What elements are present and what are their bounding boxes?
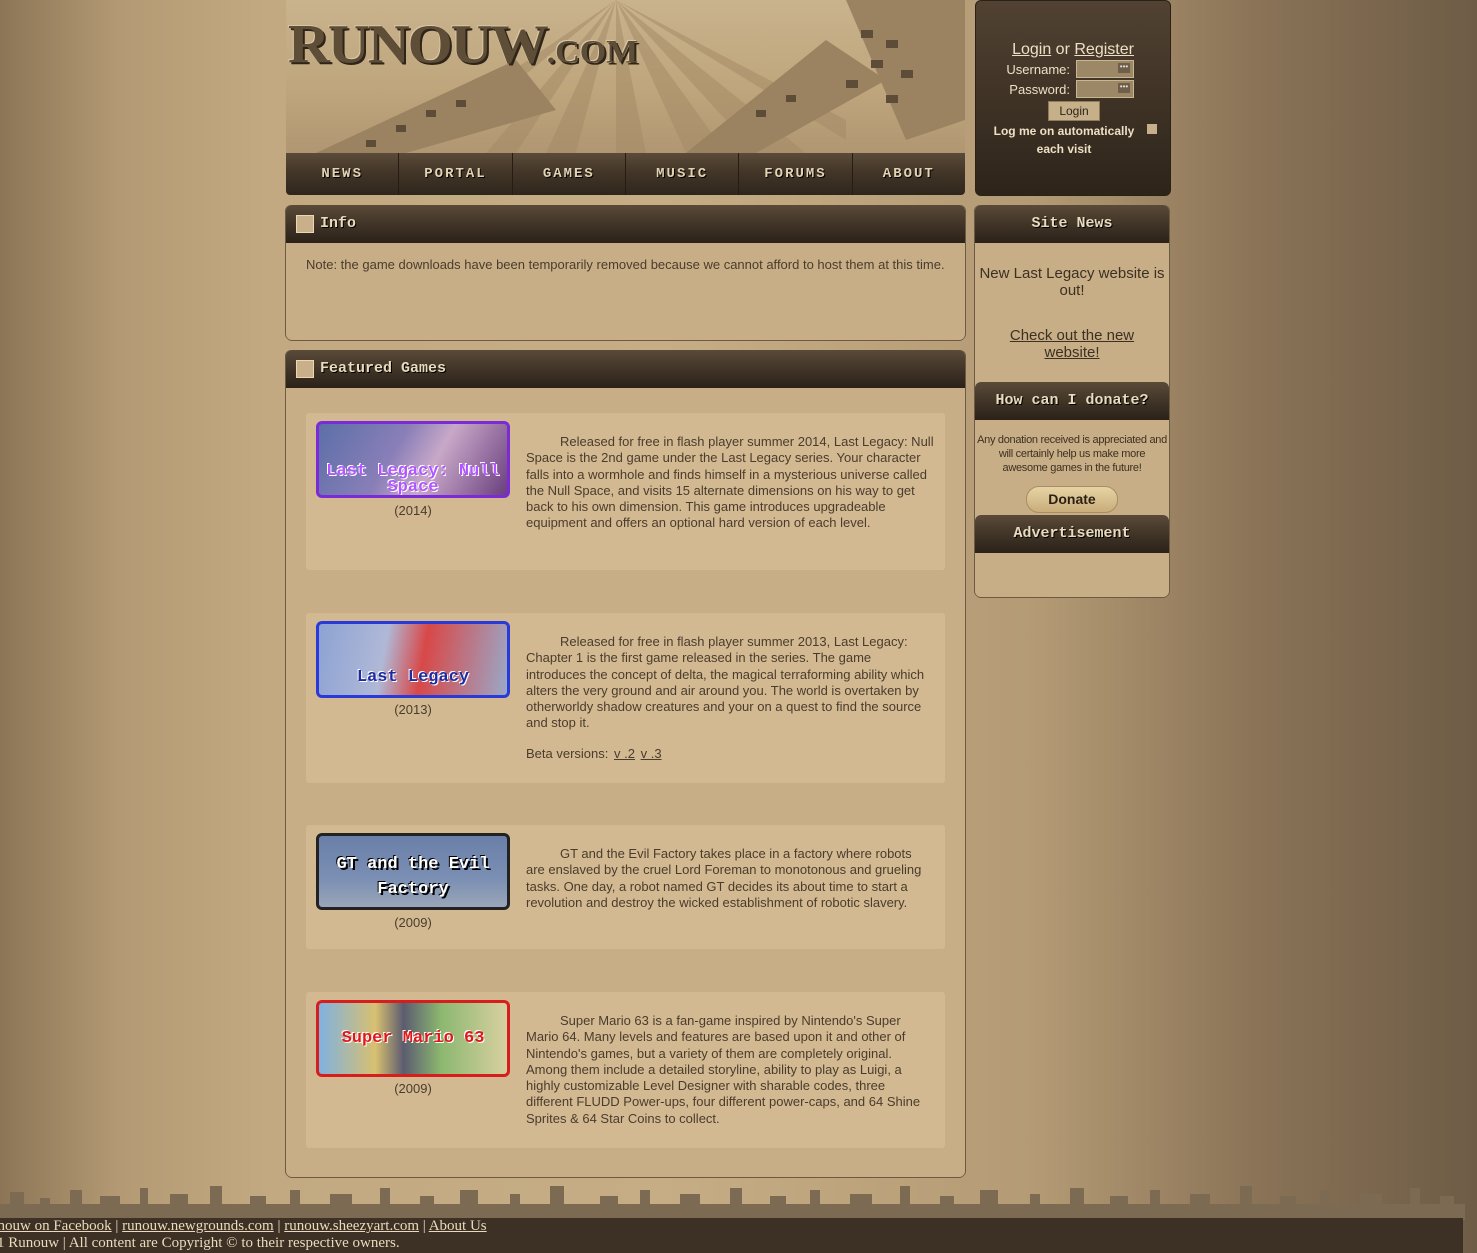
nav-portal[interactable]: PORTAL: [399, 153, 513, 195]
password-field[interactable]: •••: [1076, 80, 1134, 98]
game-card-last-legacy: Last Legacy (2013) Released for free in …: [306, 613, 945, 783]
game-thumb-title: Super Mario 63: [341, 1029, 485, 1048]
game-description: Super Mario 63 is a fan-game inspired by…: [526, 1013, 921, 1126]
password-row: Password: •••: [976, 80, 1170, 98]
username-field[interactable]: •••: [1076, 60, 1134, 78]
game-description: GT and the Evil Factory takes place in a…: [526, 846, 922, 910]
login-title: Login or Register: [976, 41, 1170, 59]
footer-copyright: 11 Runouw | All content are Copyright © …: [0, 1235, 400, 1251]
game-thumb-gt[interactable]: GT and the Evil Factory: [316, 833, 510, 910]
donate-button[interactable]: Donate: [1026, 486, 1118, 513]
game-year: (2013): [394, 702, 432, 717]
game-year: (2009): [394, 1081, 432, 1096]
footer: unouw on Facebook | runouw.newgrounds.co…: [0, 1218, 1463, 1253]
beta-versions: Beta versions: v .2 v .3: [526, 746, 662, 761]
featured-games-panel: Featured Games Last Legacy: Null Space (…: [286, 350, 965, 1177]
site-news-text: New Last Legacy website is out!: [979, 265, 1165, 299]
nav-games[interactable]: GAMES: [513, 153, 626, 195]
logo-suffix: .COM: [546, 34, 639, 70]
square-icon: [296, 360, 314, 378]
login-box: Login or Register Username: ••• Password…: [975, 0, 1171, 196]
sidebar: Site News New Last Legacy website is out…: [975, 205, 1169, 597]
info-text: Note: the game downloads have been tempo…: [306, 257, 945, 272]
footer-link-newgrounds[interactable]: runouw.newgrounds.com: [122, 1218, 274, 1234]
nav-about[interactable]: ABOUT: [853, 153, 965, 195]
game-year: (2014): [394, 503, 432, 518]
auto-login-checkbox[interactable]: [1147, 124, 1157, 134]
auto-login-label: Log me on automatically each visit: [993, 124, 1135, 156]
login-link[interactable]: Login: [1012, 41, 1051, 58]
game-description: Released for free in flash player summer…: [526, 434, 934, 531]
auto-login-row: Log me on automatically each visit: [976, 122, 1170, 158]
game-card-super-mario-63: Super Mario 63 (2009) Super Mario 63 is …: [306, 992, 945, 1148]
password-label: Password:: [1009, 81, 1070, 97]
username-label: Username:: [1006, 61, 1070, 77]
featured-header: Featured Games: [286, 350, 965, 388]
game-thumb-title: GT and the Evil Factory: [336, 855, 490, 899]
nav-forums[interactable]: FORUMS: [739, 153, 853, 195]
main-nav: NEWS PORTAL GAMES MUSIC FORUMS ABOUT: [286, 153, 965, 195]
nav-music[interactable]: MUSIC: [626, 153, 740, 195]
square-icon: [296, 215, 314, 233]
game-card-null-space: Last Legacy: Null Space (2014) Released …: [306, 413, 945, 570]
game-year: (2009): [394, 915, 432, 930]
featured-title: Featured Games: [320, 360, 447, 377]
advertisement-header: Advertisement: [975, 515, 1169, 553]
password-manager-icon[interactable]: •••: [1118, 63, 1130, 73]
password-manager-icon[interactable]: •••: [1118, 83, 1130, 93]
footer-link-sheezyart[interactable]: runouw.sheezyart.com: [284, 1218, 419, 1234]
logo-text: RUNOUW: [288, 12, 549, 75]
game-thumb-title: Last Legacy: [356, 668, 470, 687]
game-description: Released for free in flash player summer…: [526, 634, 925, 731]
info-panel: Info Note: the game downloads have been …: [286, 205, 965, 340]
game-thumb-null-space[interactable]: Last Legacy: Null Space: [316, 421, 510, 498]
info-header: Info: [286, 205, 965, 243]
game-thumb-last-legacy[interactable]: Last Legacy: [316, 621, 510, 698]
site-logo[interactable]: RUNOUW.COM: [288, 12, 638, 76]
register-link[interactable]: Register: [1074, 41, 1134, 58]
footer-link-about[interactable]: About Us: [429, 1218, 487, 1234]
nav-news[interactable]: NEWS: [286, 153, 400, 195]
game-thumb-mario[interactable]: Super Mario 63: [316, 1000, 510, 1077]
footer-skyline: [0, 1186, 1465, 1220]
footer-links: unouw on Facebook | runouw.newgrounds.co…: [0, 1218, 487, 1235]
footer-link-facebook[interactable]: unouw on Facebook: [0, 1218, 112, 1234]
beta-label: Beta versions:: [526, 746, 609, 761]
beta-link-v2[interactable]: v .2: [614, 746, 635, 761]
game-thumb-title: Last Legacy: Null Space: [326, 462, 500, 497]
username-row: Username: •••: [976, 60, 1170, 78]
info-title: Info: [320, 215, 357, 232]
login-or: or: [1055, 41, 1070, 58]
site-news-link[interactable]: Check out the new website!: [995, 327, 1149, 361]
beta-link-v3[interactable]: v .3: [641, 746, 662, 761]
donate-text: Any donation received is appreciated and…: [977, 434, 1167, 474]
game-card-gt-evil-factory: GT and the Evil Factory (2009) GT and th…: [306, 825, 945, 949]
login-button[interactable]: Login: [1048, 101, 1100, 121]
site-news-header: Site News: [975, 205, 1169, 243]
donate-header: How can I donate?: [975, 382, 1169, 420]
